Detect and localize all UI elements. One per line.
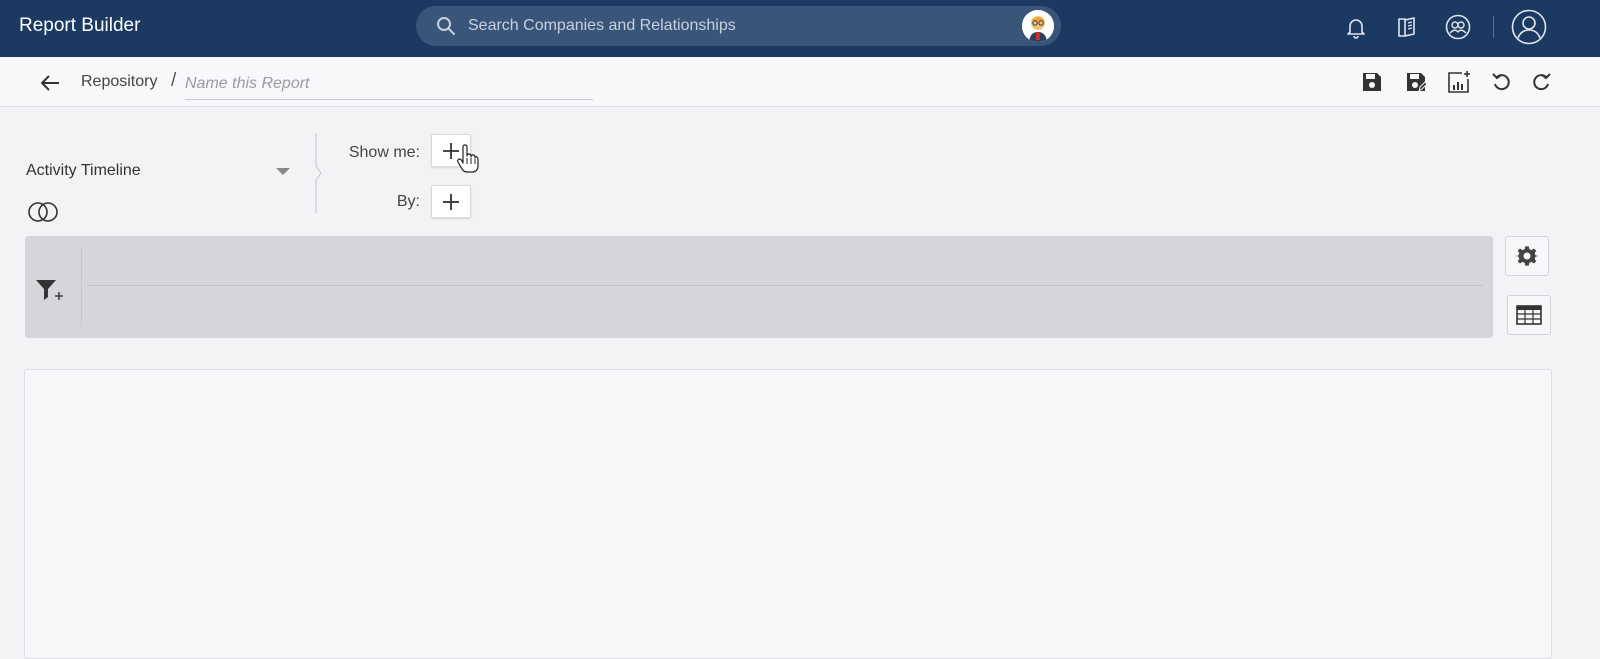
add-to-dashboard-button[interactable] — [1446, 69, 1472, 95]
add-by-button[interactable] — [431, 185, 471, 218]
hand-cursor-icon — [457, 144, 479, 173]
table-view-button[interactable] — [1507, 295, 1551, 335]
gear-icon — [1516, 246, 1538, 266]
user-profile-icon[interactable] — [1510, 8, 1548, 46]
filter-panel — [25, 236, 1493, 338]
bot-avatar-icon[interactable] — [1022, 10, 1054, 42]
redo-button[interactable] — [1528, 69, 1554, 95]
table-icon — [1516, 305, 1542, 325]
redo-icon — [1533, 73, 1551, 91]
book-icon[interactable] — [1392, 12, 1422, 42]
save-as-icon — [1407, 73, 1427, 93]
save-as-button[interactable] — [1403, 69, 1429, 95]
plus-icon — [443, 193, 459, 210]
filter-add-icon[interactable] — [35, 278, 65, 302]
undo-icon — [1492, 73, 1510, 91]
top-navigation-bar: Report Builder — [0, 0, 1600, 57]
breadcrumb-separator: / — [171, 70, 177, 91]
save-button[interactable] — [1359, 69, 1385, 95]
filter-divider — [81, 248, 82, 326]
filter-drop-area[interactable] — [87, 285, 1483, 286]
bell-icon[interactable] — [1341, 12, 1371, 42]
back-button[interactable] — [36, 69, 64, 97]
undo-button[interactable] — [1489, 69, 1515, 95]
by-label: By: — [396, 193, 420, 210]
section-divider — [315, 133, 322, 213]
global-search[interactable] — [416, 6, 1061, 46]
people-icon[interactable] — [1443, 12, 1473, 42]
relationship-icon — [28, 202, 58, 222]
search-icon — [437, 17, 455, 35]
report-name-input[interactable] — [185, 69, 593, 100]
show-me-label: Show me: — [348, 144, 420, 161]
save-icon — [1363, 73, 1381, 91]
chevron-down-icon[interactable] — [276, 168, 290, 175]
arrow-left-icon — [41, 75, 59, 91]
source-label: Activity Timeline — [26, 162, 141, 179]
breadcrumb-repository[interactable]: Repository — [81, 73, 157, 91]
settings-button[interactable] — [1505, 236, 1549, 276]
search-input[interactable] — [468, 14, 1008, 38]
add-to-dashboard-icon — [1448, 71, 1470, 93]
report-toolbar: Repository / — [0, 57, 1600, 107]
report-canvas — [24, 369, 1552, 659]
app-title: Report Builder — [19, 15, 141, 36]
topbar-divider — [1493, 16, 1494, 38]
